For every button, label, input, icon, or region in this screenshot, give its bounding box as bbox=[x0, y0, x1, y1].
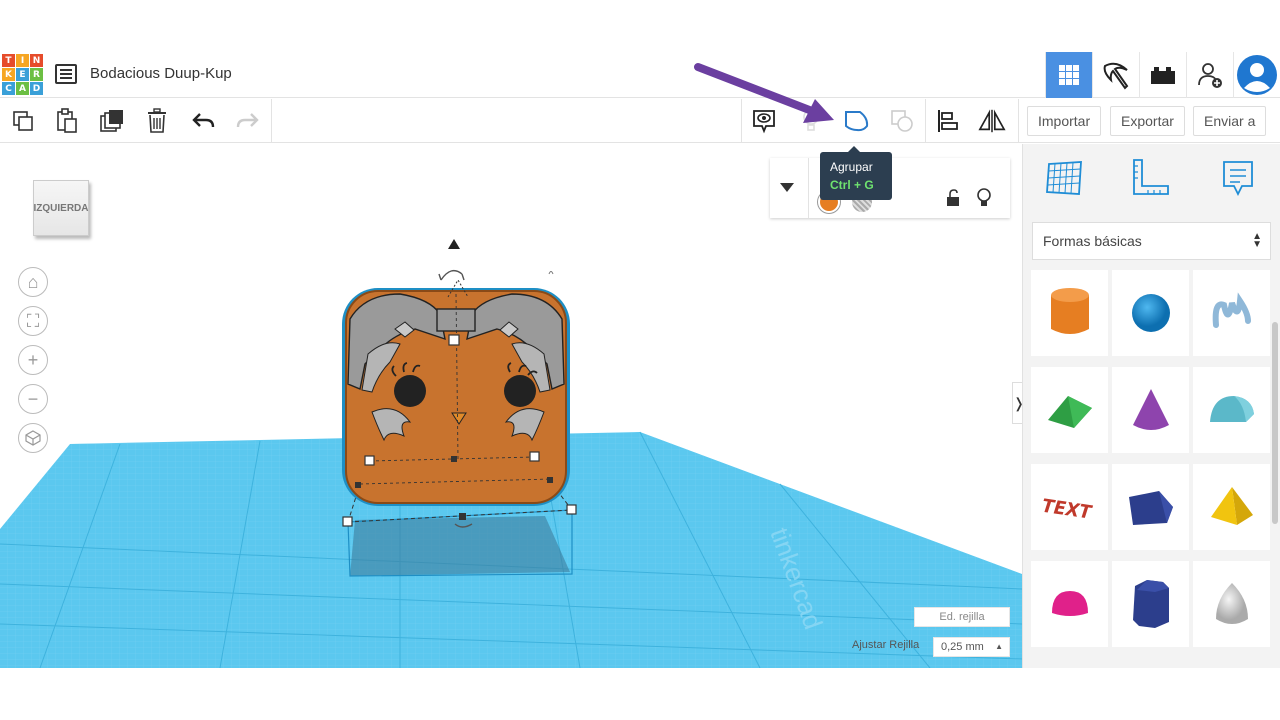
logo-letter: N bbox=[30, 54, 43, 67]
shape-round-roof[interactable] bbox=[1193, 367, 1270, 453]
trash-icon[interactable] bbox=[143, 107, 171, 135]
avatar[interactable] bbox=[1233, 52, 1280, 98]
shape-paraboloid[interactable] bbox=[1193, 561, 1270, 647]
undo-icon[interactable] bbox=[190, 107, 218, 135]
view-cube[interactable]: IZQUIERDA bbox=[33, 180, 89, 236]
grid-view-icon[interactable] bbox=[1045, 52, 1092, 98]
select-arrows-icon: ▲ ▼ bbox=[1252, 231, 1262, 250]
logo-letter: K bbox=[2, 68, 15, 81]
edit-grid-button[interactable]: Ed. rejilla bbox=[914, 607, 1010, 627]
group-tooltip: Agrupar Ctrl + G bbox=[820, 146, 892, 200]
logo-letter: R bbox=[30, 68, 43, 81]
shape-box[interactable] bbox=[1112, 464, 1189, 550]
3d-viewport[interactable]: tinkercad IZQUIERDA ⌂ ⛶ + − Agrupar Ctrl… bbox=[0, 144, 1022, 668]
send-to-button[interactable]: Enviar a bbox=[1193, 106, 1267, 136]
tooltip-shortcut: Ctrl + G bbox=[830, 178, 874, 192]
paste-icon[interactable] bbox=[53, 107, 81, 135]
align-icon[interactable] bbox=[934, 107, 962, 135]
sidebar-scrollbar[interactable] bbox=[1272, 322, 1278, 524]
collapse-sidebar-button[interactable]: ❭ bbox=[1012, 382, 1022, 424]
import-button[interactable]: Importar bbox=[1027, 106, 1102, 136]
snap-grid-label: Ajustar Rejilla bbox=[852, 639, 920, 651]
shape-pyramid[interactable] bbox=[1193, 464, 1270, 550]
snap-grid-select[interactable]: 0,25 mm ▲ bbox=[933, 637, 1010, 657]
logo-letter: A bbox=[16, 82, 29, 95]
shape-cone[interactable] bbox=[1112, 367, 1189, 453]
logo-letter: D bbox=[30, 82, 43, 95]
design-list-icon[interactable] bbox=[55, 64, 77, 84]
logo-letter: C bbox=[2, 82, 15, 95]
perspective-icon[interactable] bbox=[18, 423, 48, 453]
snap-grid-value: 0,25 mm bbox=[941, 641, 984, 653]
workplane-scene[interactable]: tinkercad bbox=[0, 144, 1022, 668]
ungroup-icon[interactable] bbox=[889, 107, 917, 135]
copy-icon[interactable] bbox=[9, 107, 37, 135]
edit-toolbar: Importar Exportar Enviar a bbox=[0, 99, 1280, 143]
ruler-icon[interactable] bbox=[1128, 156, 1172, 200]
sidebar-tabs bbox=[1023, 144, 1280, 232]
export-button[interactable]: Exportar bbox=[1110, 106, 1185, 136]
top-right-actions bbox=[1045, 52, 1280, 98]
shape-roof[interactable] bbox=[1031, 367, 1108, 453]
shapes-sidebar: Formas básicas ▲ ▼ TEXT bbox=[1022, 144, 1280, 668]
design-title[interactable]: Bodacious Duup-Kup bbox=[90, 65, 232, 82]
group-icon[interactable] bbox=[843, 107, 871, 135]
shape-scribble[interactable] bbox=[1193, 270, 1270, 356]
bulb-icon[interactable] bbox=[976, 188, 992, 213]
shape-text[interactable]: TEXT bbox=[1031, 464, 1108, 550]
fit-view-icon[interactable]: ⛶ bbox=[18, 306, 48, 336]
add-user-icon[interactable] bbox=[1186, 52, 1233, 98]
logo-letter: T bbox=[2, 54, 15, 67]
top-bar: T I N K E R C A D Bodacious Duup-Kup bbox=[0, 52, 1280, 98]
shape-polygon[interactable] bbox=[1112, 561, 1189, 647]
collapse-panel-icon[interactable] bbox=[780, 180, 794, 198]
bricks-icon[interactable] bbox=[1139, 52, 1186, 98]
pickaxe-icon[interactable] bbox=[1092, 52, 1139, 98]
duplicate-icon[interactable] bbox=[98, 107, 126, 135]
shape-cylinder[interactable] bbox=[1031, 270, 1108, 356]
home-view-icon[interactable]: ⌂ bbox=[18, 267, 48, 297]
note-icon[interactable] bbox=[750, 107, 778, 135]
zoom-out-icon[interactable]: − bbox=[18, 384, 48, 414]
zoom-in-icon[interactable]: + bbox=[18, 345, 48, 375]
lock-icon[interactable] bbox=[946, 189, 960, 212]
tinkercad-logo[interactable]: T I N K E R C A D bbox=[2, 54, 43, 95]
workplane-icon[interactable] bbox=[1043, 156, 1087, 200]
shape-category-select[interactable]: Formas básicas ▲ ▼ bbox=[1032, 222, 1271, 260]
logo-letter: I bbox=[16, 54, 29, 67]
shape-category-value: Formas básicas bbox=[1043, 233, 1142, 249]
tooltip-title: Agrupar bbox=[830, 160, 873, 174]
svg-text:TEXT: TEXT bbox=[1043, 496, 1095, 524]
mirror-icon[interactable] bbox=[978, 107, 1006, 135]
shape-half-sphere[interactable] bbox=[1031, 561, 1108, 647]
light-icon[interactable] bbox=[797, 107, 825, 135]
redo-icon[interactable] bbox=[233, 107, 261, 135]
logo-letter: E bbox=[16, 68, 29, 81]
notes-icon[interactable] bbox=[1216, 156, 1260, 200]
shape-sphere[interactable] bbox=[1112, 270, 1189, 356]
app-window: T I N K E R C A D Bodacious Duup-Kup Imp… bbox=[0, 52, 1280, 668]
caret-up-icon: ▲ bbox=[995, 642, 1003, 651]
